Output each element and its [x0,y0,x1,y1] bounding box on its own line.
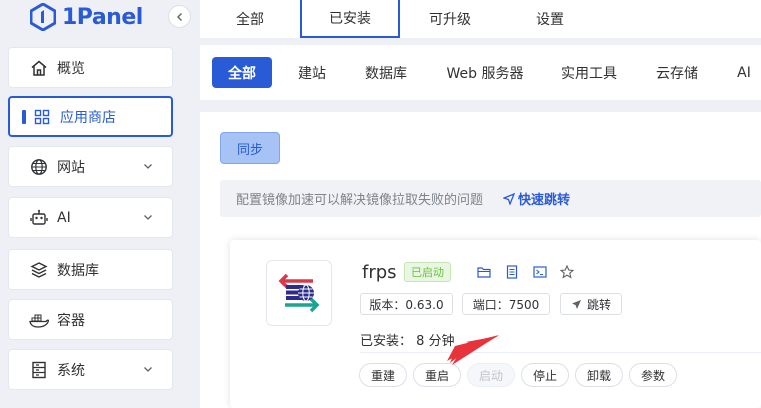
stop-button[interactable]: 停止 [521,363,569,387]
sidebar-item-database[interactable]: 数据库 [8,249,173,290]
sidebar-item-label: 系统 [57,362,85,379]
status-badge: 已启动 [404,262,451,282]
sidebar-item-overview[interactable]: 概览 [8,47,173,88]
main-content: 全部 已安装 可升级 设置 全部 建站 数据库 Web 服务器 实用工具 云存储… [200,0,761,408]
mirror-notice: 配置镜像加速可以解决镜像拉取失败的问题 快速跳转 [220,180,761,217]
grid-icon [32,107,52,127]
sync-button[interactable]: 同步 [220,132,280,164]
sidebar-item-label: AI [57,209,71,226]
home-icon [29,58,49,78]
installed-time: 已安装： 8 分钟 [360,330,455,349]
chevron-left-icon [176,12,182,21]
jump-button[interactable]: 跳转 [560,293,622,315]
sidebar-item-system[interactable]: 系统 [8,349,173,390]
chevron-down-icon [144,367,152,372]
category-ai[interactable]: AI [730,57,758,88]
tab-installed[interactable]: 已安装 [300,0,400,38]
terminal-icon[interactable] [532,264,548,280]
category-web-server[interactable]: Web 服务器 [440,57,530,88]
tab-all[interactable]: 全部 [220,0,280,38]
category-cloud-storage[interactable]: 云存储 [648,57,706,88]
sidebar: 1Panel 概览 应用商店 网站 AI 数据库 容器 系统 [0,0,191,408]
installed-apps-panel: 同步 配置镜像加速可以解决镜像拉取失败的问题 快速跳转 frps 已启动 版本：… [200,112,761,408]
robot-icon [29,208,49,228]
version-tag: 版本：0.63.0 [360,293,453,315]
sidebar-item-ai[interactable]: AI [8,197,173,238]
start-button[interactable]: 启动 [467,363,515,387]
frps-app-logo-icon[interactable] [266,260,332,326]
app-card-frps: frps 已启动 版本：0.63.0 端口：7500 跳转 已安装： 8 分钟 [230,240,761,408]
logo-text: 1Panel [62,4,143,30]
server-icon [29,360,49,380]
category-bar: 全部 建站 数据库 Web 服务器 实用工具 云存储 AI [200,45,761,100]
quick-jump-link[interactable]: 快速跳转 [503,189,570,208]
send-icon [571,299,581,309]
chevron-down-icon [144,215,152,220]
sidebar-item-label: 应用商店 [60,109,116,126]
app-logo[interactable]: 1Panel [29,2,143,32]
port-tag: 端口：7500 [462,293,550,315]
tab-settings[interactable]: 设置 [522,0,578,38]
chevron-down-icon [144,164,152,169]
category-website[interactable]: 建站 [288,57,336,88]
divider [360,352,761,353]
rebuild-button[interactable]: 重建 [359,363,407,387]
notice-text: 配置镜像加速可以解决镜像拉取失败的问题 [236,193,484,208]
star-icon[interactable] [559,264,575,280]
active-indicator [22,110,26,124]
top-tab-bar: 全部 已安装 可升级 设置 [200,0,761,38]
sidebar-item-website[interactable]: 网站 [8,146,173,187]
uninstall-button[interactable]: 卸载 [575,363,623,387]
app-name: frps [362,262,397,283]
folder-icon[interactable] [476,264,492,280]
navigation-arrow-icon [503,192,516,205]
collapse-sidebar-button[interactable] [168,5,191,28]
category-utilities[interactable]: 实用工具 [554,57,624,88]
params-button[interactable]: 参数 [629,363,677,387]
layers-icon [29,260,49,280]
sidebar-item-label: 容器 [57,312,85,329]
sidebar-item-label: 数据库 [57,262,99,279]
sidebar-item-container[interactable]: 容器 [8,299,173,340]
sidebar-item-label: 网站 [57,159,85,176]
docker-icon [29,310,49,330]
sidebar-item-label: 概览 [57,60,85,77]
installed-label: 已安装： [360,334,413,349]
globe-icon [29,157,49,177]
sidebar-item-app-store[interactable]: 应用商店 [8,96,173,137]
category-all[interactable]: 全部 [212,57,272,88]
document-icon[interactable] [504,264,520,280]
category-database[interactable]: 数据库 [358,57,414,88]
jump-label: 跳转 [586,297,611,312]
1panel-logo-icon [29,2,57,32]
restart-button[interactable]: 重启 [413,363,461,387]
tab-upgradable[interactable]: 可升级 [418,0,482,38]
installed-value: 8 分钟 [416,334,455,349]
quick-jump-label: 快速跳转 [518,193,571,208]
